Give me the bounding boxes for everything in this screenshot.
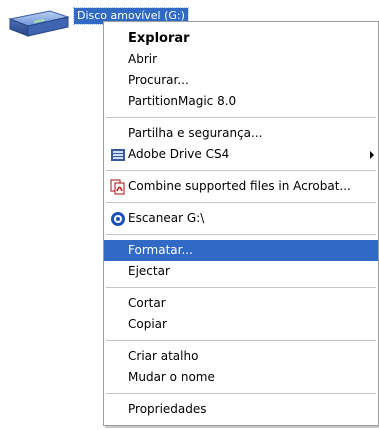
antivirus-scan-icon bbox=[110, 211, 126, 227]
menu-separator bbox=[106, 117, 376, 118]
menu-item-label: Abrir bbox=[128, 52, 158, 66]
menu-item-label: Combine supported files in Acrobat... bbox=[128, 179, 351, 193]
adobe-drive-icon bbox=[110, 147, 126, 163]
menu-item-label: Formatar... bbox=[128, 243, 193, 257]
menu-item-label: Adobe Drive CS4 bbox=[128, 147, 230, 161]
menu-item-label: Mudar o nome bbox=[128, 370, 215, 384]
menu-separator bbox=[106, 234, 376, 235]
menu-item-formatar[interactable]: Formatar... bbox=[104, 240, 378, 261]
menu-item-procurar[interactable]: Procurar... bbox=[104, 70, 378, 91]
menu-item-label: Copiar bbox=[128, 317, 167, 331]
submenu-arrow-icon bbox=[370, 151, 374, 159]
acrobat-combine-icon bbox=[110, 179, 126, 195]
menu-item-label: Explorar bbox=[128, 31, 190, 46]
menu-item-label: Ejectar bbox=[128, 264, 170, 278]
menu-item-label: PartitionMagic 8.0 bbox=[128, 94, 237, 108]
menu-item-copiar[interactable]: Copiar bbox=[104, 314, 378, 335]
menu-item-combine-supported-files-in-acrobat[interactable]: Combine supported files in Acrobat... bbox=[104, 176, 378, 197]
menu-item-label: Escanear G:\ bbox=[128, 211, 205, 225]
menu-separator bbox=[106, 340, 376, 341]
menu-item-mudar-o-nome[interactable]: Mudar o nome bbox=[104, 367, 378, 388]
menu-item-cortar[interactable]: Cortar bbox=[104, 293, 378, 314]
desktop: Disco amovível (G:) Explorar Abrir Procura… bbox=[0, 0, 379, 430]
context-menu: Explorar Abrir Procurar... PartitionMagic 8… bbox=[103, 21, 379, 426]
menu-item-label: Procurar... bbox=[128, 73, 189, 87]
menu-item-explorar[interactable]: Explorar bbox=[104, 28, 378, 49]
menu-item-adobe-drive-cs4[interactable]: Adobe Drive CS4 bbox=[104, 144, 378, 165]
menu-item-label: Criar atalho bbox=[128, 349, 199, 363]
menu-separator bbox=[106, 287, 376, 288]
menu-item-criar-atalho[interactable]: Criar atalho bbox=[104, 346, 378, 367]
menu-item-label: Propriedades bbox=[128, 402, 207, 416]
menu-item-propriedades[interactable]: Propriedades bbox=[104, 399, 378, 420]
menu-item-partilha-e-seguranca[interactable]: Partilha e segurança... bbox=[104, 123, 378, 144]
menu-item-label: Partilha e segurança... bbox=[128, 126, 263, 140]
menu-item-escanear-g[interactable]: Escanear G:\ bbox=[104, 208, 378, 229]
menu-item-label: Cortar bbox=[128, 296, 166, 310]
removable-disk-icon[interactable] bbox=[6, 9, 70, 39]
menu-separator bbox=[106, 170, 376, 171]
menu-item-abrir[interactable]: Abrir bbox=[104, 49, 378, 70]
menu-separator bbox=[106, 393, 376, 394]
menu-item-ejectar[interactable]: Ejectar bbox=[104, 261, 378, 282]
menu-item-partitionmagic-8-0[interactable]: PartitionMagic 8.0 bbox=[104, 91, 378, 112]
menu-separator bbox=[106, 202, 376, 203]
